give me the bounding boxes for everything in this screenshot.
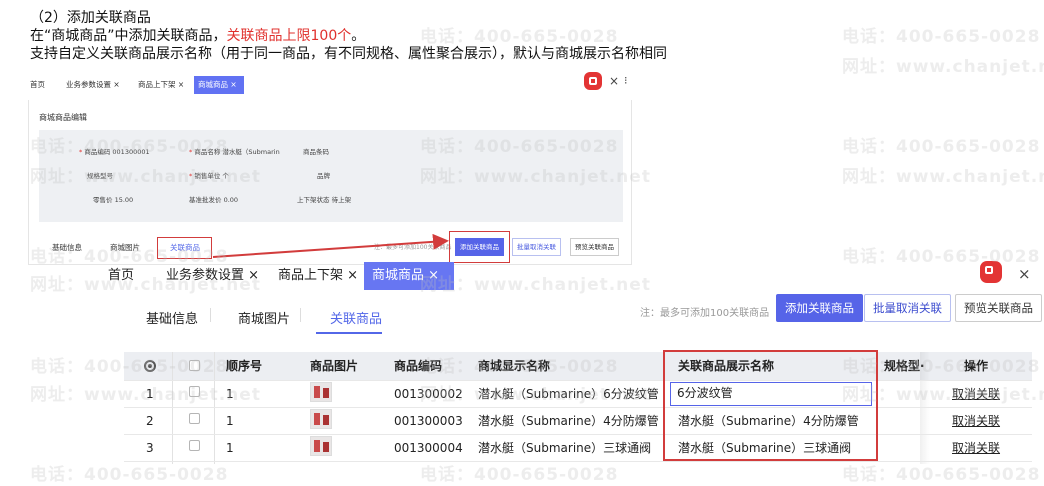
small-tab-home[interactable]: 首页	[26, 76, 49, 94]
small-unit-field: * 销售单位 个	[189, 172, 229, 180]
cancel-related-link[interactable]: 取消关联	[952, 411, 1000, 431]
row-code: 001300004	[394, 441, 463, 455]
instruction-limit-highlight: 关联商品上限100个	[226, 28, 352, 44]
row-mall-name: 潜水艇（Submarine）三球通阀	[478, 441, 652, 455]
row-mall-name: 潜水艇（Submarine）4分防爆管	[478, 414, 659, 428]
highlight-box-display-name-column	[663, 350, 878, 461]
small-barcode-label: 商品条码	[303, 148, 329, 156]
small-tab-params[interactable]: 业务参数设置 ×	[62, 76, 124, 94]
watermark-phone: 电话：400-665-0028	[842, 137, 1041, 157]
watermark-phone: 电话：400-665-0028	[842, 465, 1041, 485]
small-subtab-basic[interactable]: 基础信息	[52, 242, 82, 253]
small-spec-label: 规格型号	[87, 172, 113, 180]
small-retail-field: 零售价 15.00	[93, 196, 134, 204]
row-code: 001300002	[394, 387, 463, 401]
cancel-related-link[interactable]: 取消关联	[952, 438, 1000, 458]
row-divider	[124, 380, 1032, 381]
small-screenshot: 首页 业务参数设置 × 商品上下架 × 商城商品 × 商城商品编辑 * 商品编码…	[24, 70, 634, 266]
select-all-checkbox[interactable]	[189, 360, 200, 371]
small-tab-mall[interactable]: 商城商品 ×	[194, 76, 244, 94]
row-seq: 1	[226, 441, 234, 455]
add-related-button[interactable]: 添加关联商品	[776, 294, 863, 322]
row-divider	[124, 434, 1032, 435]
highlight-box-add-button	[449, 231, 510, 263]
small-brand-label: 品牌	[317, 172, 330, 180]
row-seq: 1	[226, 387, 234, 401]
watermark-site: 网址：www.chanjet.net	[842, 57, 1044, 77]
row-index: 1	[146, 387, 154, 401]
row-divider	[124, 461, 1032, 462]
col-mall-name: 商城显示名称	[478, 359, 551, 373]
row-index: 2	[146, 414, 154, 428]
section-heading: （2）添加关联商品	[30, 10, 151, 26]
instruction-line-2: 支持自定义关联商品展示名称（用于同一商品，有不同规格、属性聚合展示），默认与商城…	[30, 46, 667, 62]
small-subtab-images[interactable]: 商城图片	[110, 242, 140, 253]
column-divider	[172, 352, 173, 464]
row-seq: 1	[226, 414, 234, 428]
tab-shelf[interactable]: 商品上下架 ×	[270, 262, 366, 290]
small-code-field: * 商品编码 001300001	[79, 148, 150, 156]
column-divider	[214, 352, 215, 464]
row-index: 3	[146, 441, 154, 455]
fixed-column-shadow	[920, 352, 930, 464]
watermark-phone: 电话：400-665-0028	[420, 465, 619, 485]
preview-related-button[interactable]: 预览关联商品	[955, 294, 1042, 322]
small-status-field: 上下架状态 待上架	[297, 196, 352, 204]
small-form: * 商品编码 001300001 * 商品名称 潜水艇（Submarin 商品条…	[39, 130, 623, 222]
tab-mall-products[interactable]: 商城商品 ×	[364, 262, 454, 290]
subtab-basic-info[interactable]: 基础信息	[146, 308, 198, 327]
subtab-related-products[interactable]: 关联商品	[330, 308, 382, 327]
batch-cancel-button[interactable]: 批量取消关联	[864, 294, 951, 322]
row-mall-name: 潜水艇（Submarine）6分波纹管	[478, 387, 659, 401]
small-batch-cancel-button[interactable]: 批量取消关联	[512, 238, 561, 256]
row-checkbox[interactable]	[189, 440, 200, 451]
subtab-divider	[300, 308, 301, 322]
small-panel-title: 商城商品编辑	[39, 113, 87, 122]
col-seq: 顺序号	[226, 359, 263, 373]
col-image: 商品图片	[310, 359, 359, 373]
small-close-icon[interactable]: ×	[609, 74, 619, 88]
related-limit-note: 注：最多可添加100关联商品	[640, 308, 770, 319]
column-settings-icon[interactable]	[144, 360, 156, 372]
small-note: 注：最多可添加100关联商品	[374, 244, 452, 251]
watermark-phone: 电话：400-665-0028	[420, 27, 619, 47]
subtab-divider	[210, 308, 211, 322]
highlight-box-related-tab	[157, 237, 212, 259]
tab-home[interactable]: 首页	[100, 262, 142, 290]
row-divider	[124, 407, 1032, 408]
small-preview-button[interactable]: 预览关联商品	[570, 238, 619, 256]
app-logo-icon-large	[980, 261, 1002, 283]
tab-params[interactable]: 业务参数设置 ×	[158, 262, 267, 290]
row-checkbox[interactable]	[189, 386, 200, 397]
app-logo-icon	[584, 72, 602, 90]
col-spec: 规格型·	[884, 359, 925, 373]
col-ops: 操作	[964, 359, 989, 373]
product-thumbnail	[310, 382, 332, 402]
product-thumbnail	[310, 409, 332, 429]
row-code: 001300003	[394, 414, 463, 428]
subtab-active-indicator	[316, 332, 382, 334]
instruction-line-1-suffix: 。	[351, 28, 366, 44]
small-name-field: * 商品名称 潜水艇（Submarin	[189, 148, 280, 156]
big-tab-bar: 首页 业务参数设置 × 商品上下架 × 商城商品 ×	[100, 262, 1044, 290]
instruction-line-1-prefix: 在“商城商品”中添加关联商品，	[30, 28, 227, 44]
subtab-mall-images[interactable]: 商城图片	[238, 308, 290, 327]
col-code: 商品编码	[394, 359, 443, 373]
small-tab-shelf[interactable]: 商品上下架 ×	[134, 76, 188, 94]
watermark-site: 网址：www.chanjet.net	[842, 167, 1044, 187]
cancel-related-link[interactable]: 取消关联	[952, 384, 1000, 404]
small-more-icon[interactable]: ⁝	[624, 74, 628, 87]
watermark-phone: 电话：400-665-0028	[842, 27, 1041, 47]
row-checkbox[interactable]	[189, 413, 200, 424]
small-batch-field: 基准批发价 0.00	[189, 196, 239, 204]
instruction-line-1: 在“商城商品”中添加关联商品，关联商品上限100个。	[30, 28, 365, 44]
small-tab-bar: 首页 业务参数设置 × 商品上下架 × 商城商品 ×	[24, 76, 624, 94]
product-thumbnail	[310, 436, 332, 456]
watermark-phone: 电话：400-665-0028	[30, 465, 229, 485]
